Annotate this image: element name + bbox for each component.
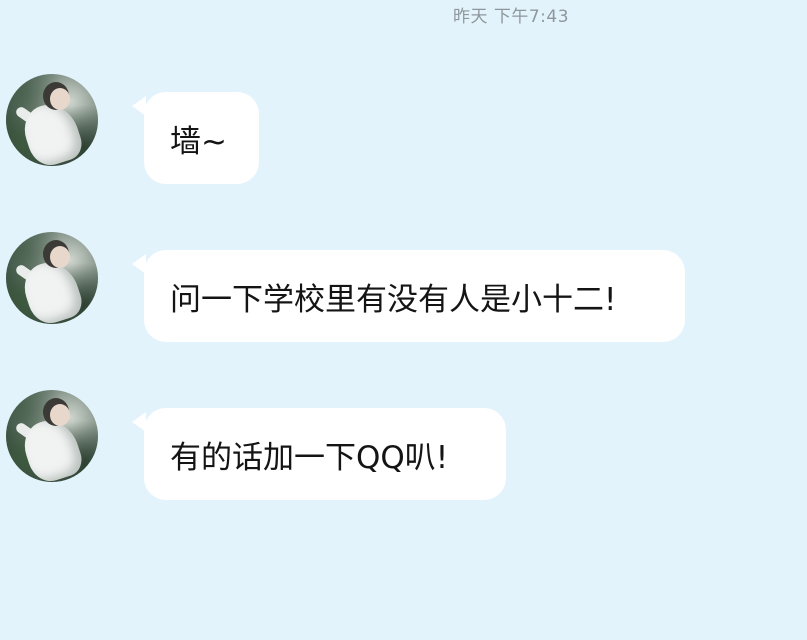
message-bubble[interactable]: 有的话加一下QQ叭! (144, 408, 506, 500)
avatar-figure-head (50, 404, 70, 426)
avatar-figure-head (50, 88, 70, 110)
avatar-figure-head (50, 246, 70, 268)
avatar[interactable] (6, 232, 98, 324)
timestamp: 昨天 下午7:43 (452, 7, 570, 27)
avatar[interactable] (6, 74, 98, 166)
message-bubble[interactable]: 墙~ (144, 92, 259, 184)
message-text: 问一下学校里有没有人是小十二! (170, 281, 617, 318)
message-text: 墙~ (170, 123, 227, 160)
message-text: 有的话加一下QQ叭! (170, 439, 449, 476)
avatar[interactable] (6, 390, 98, 482)
message-bubble[interactable]: 问一下学校里有没有人是小十二! (144, 250, 685, 342)
